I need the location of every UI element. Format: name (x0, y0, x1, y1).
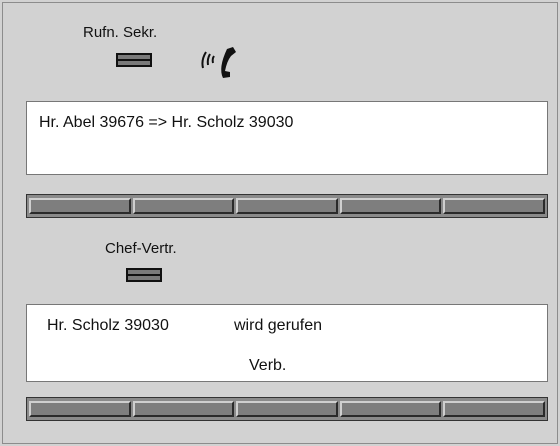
call-display-top: Hr. Abel 39676 => Hr. Scholz 39030 (26, 101, 548, 175)
softkey-4[interactable] (339, 198, 442, 214)
softkey-3[interactable] (236, 198, 338, 214)
chef-substitute-label: Chef-Vertr. (105, 240, 177, 257)
secretary-call-led-icon[interactable] (116, 53, 152, 67)
softkey-bar-top (26, 194, 548, 218)
connect-label: Verb. (249, 357, 287, 374)
softkey-2[interactable] (132, 198, 235, 214)
softkey-1[interactable] (29, 401, 131, 417)
called-party-text: Hr. Scholz 39030 (47, 317, 169, 334)
secretary-call-label: Rufn. Sekr. (83, 24, 158, 41)
softkey-5[interactable] (443, 401, 545, 417)
softkey-1[interactable] (29, 198, 131, 214)
softkey-2[interactable] (132, 401, 235, 417)
softkey-5[interactable] (443, 198, 545, 214)
call-display-bottom: Hr. Scholz 39030 wird gerufen Verb. (26, 304, 548, 382)
call-status-text: wird gerufen (234, 317, 323, 334)
softkey-4[interactable] (339, 401, 442, 417)
call-forward-text: Hr. Abel 39676 => Hr. Scholz 39030 (39, 114, 294, 131)
ringing-handset-icon (201, 47, 236, 78)
softkey-3[interactable] (236, 401, 338, 417)
chef-substitute-led-icon[interactable] (126, 268, 162, 282)
softkey-bar-bottom (26, 397, 548, 421)
